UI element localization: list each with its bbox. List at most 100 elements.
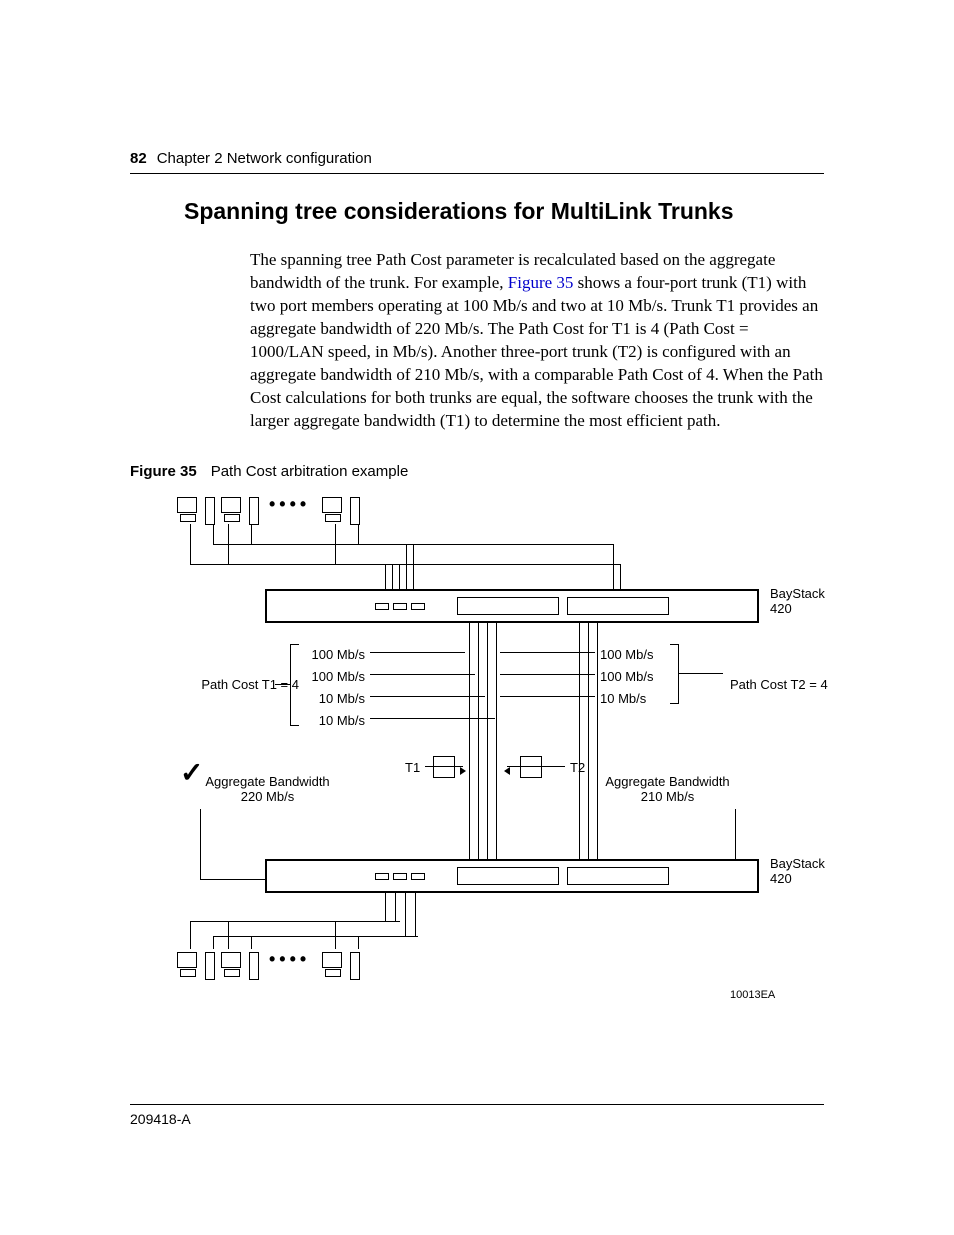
trunk-line: [487, 621, 488, 859]
connector-line: [358, 524, 359, 544]
port-block: [567, 867, 669, 885]
figure-diagram: •••• S1 BayStack 420: [175, 494, 824, 1034]
tower-icon: [249, 495, 259, 525]
pathcost-t1-label: Path Cost T1 = 4: [201, 677, 299, 692]
figure-number: Figure 35: [130, 463, 197, 480]
connector-line: [613, 544, 614, 589]
speed-connector: [370, 652, 465, 653]
speed-connector: [500, 652, 595, 653]
speed-connector: [370, 696, 485, 697]
connector-line: [228, 921, 229, 949]
tower-icon: [205, 950, 215, 980]
bottom-computer-row: ••••: [175, 949, 360, 980]
connector-line: [406, 544, 407, 589]
figure-caption: Figure 35 Path Cost arbitration example: [130, 463, 824, 480]
connector-line: [190, 564, 620, 565]
aggregate-t2: Aggregate Bandwidth 210 Mb/s: [595, 774, 740, 805]
connector-line: [405, 891, 406, 936]
aggregate-box-outline: [195, 772, 340, 814]
speed-label: 100 Mb/s: [600, 644, 660, 666]
connector-line: [385, 891, 386, 921]
computer-icon: [175, 495, 201, 525]
tower-icon: [350, 950, 360, 980]
computer-icon: [320, 950, 346, 980]
section-heading: Spanning tree considerations for MultiLi…: [184, 198, 824, 225]
connector-line: [620, 564, 621, 589]
figure-crossref-link[interactable]: Figure 35: [508, 273, 574, 292]
computer-icon: [175, 950, 201, 980]
chapter-title: Chapter 2 Network configuration: [157, 150, 372, 167]
ellipsis: ••••: [263, 494, 316, 525]
footer-doc-number: 209418-A: [130, 1111, 824, 1127]
top-computer-row: ••••: [175, 494, 360, 525]
trunk-line: [478, 621, 479, 859]
connector-line: [190, 921, 400, 922]
connector-line: [335, 921, 336, 949]
connector-line: [251, 524, 252, 544]
connector-line: [358, 936, 359, 949]
port-block: [457, 597, 559, 615]
trunk-marker: [520, 756, 542, 778]
port-group: [375, 873, 445, 879]
trunk-line: [469, 621, 470, 859]
tower-icon: [205, 495, 215, 525]
connector-line: [251, 936, 252, 949]
speed-label: 10 Mb/s: [305, 710, 365, 732]
connector-line: [190, 524, 191, 564]
speed-connector: [370, 674, 475, 675]
device-model: 420: [770, 871, 792, 886]
speed-label: 10 Mb/s: [600, 688, 660, 710]
port-group: [375, 603, 445, 609]
connector-line: [200, 809, 201, 879]
switch-s2-model: BayStack 420: [770, 856, 825, 887]
device-model: 420: [770, 601, 792, 616]
speed-connector: [500, 696, 595, 697]
ellipsis: ••••: [263, 949, 316, 980]
trunk-line: [597, 621, 598, 859]
connector-line: [415, 891, 416, 936]
trunk-line: [496, 621, 497, 859]
tower-icon: [350, 495, 360, 525]
device-name: BayStack: [770, 856, 825, 871]
footer-rule: [130, 1104, 824, 1105]
speed-label: 100 Mb/s: [305, 644, 365, 666]
page-number: 82: [130, 150, 147, 167]
body-paragraph: The spanning tree Path Cost parameter is…: [250, 249, 824, 433]
paragraph-text-post: shows a four-port trunk (T1) with two po…: [250, 273, 823, 430]
speed-label: 100 Mb/s: [305, 666, 365, 688]
device-name: BayStack: [770, 586, 825, 601]
pathcost-t2-label: Path Cost T2 = 4: [730, 677, 828, 692]
bracket: [670, 644, 679, 704]
connector-line: [392, 564, 393, 589]
aggregate-label: Aggregate Bandwidth: [605, 774, 729, 789]
t2-speed-list: 100 Mb/s 100 Mb/s 10 Mb/s: [600, 644, 660, 710]
computer-icon: [219, 495, 245, 525]
aggregate-value: 210 Mb/s: [641, 789, 694, 804]
bracket-tick: [678, 673, 723, 674]
trunk-t1-label: T1: [405, 760, 420, 775]
trunk-line: [588, 621, 589, 859]
trunk-line: [579, 621, 580, 859]
connector-line: [213, 936, 214, 949]
switch-s1: [265, 589, 759, 623]
figure-title: Path Cost arbitration example: [211, 463, 409, 480]
trunk-marker: [433, 756, 455, 778]
header-rule: [130, 173, 824, 174]
connector-line: [213, 524, 214, 544]
page-header: 82 Chapter 2 Network configuration: [130, 150, 824, 167]
switch-s1-model: BayStack 420: [770, 586, 825, 617]
connector-line: [385, 564, 386, 589]
port-block: [567, 597, 669, 615]
figure-id: 10013EA: [730, 989, 775, 1001]
t1-speed-list: 100 Mb/s 100 Mb/s 10 Mb/s 10 Mb/s: [305, 644, 365, 732]
speed-connector: [370, 718, 495, 719]
computer-icon: [219, 950, 245, 980]
port-block: [457, 867, 559, 885]
connector-line: [190, 921, 191, 949]
tower-icon: [249, 950, 259, 980]
speed-label: 10 Mb/s: [305, 688, 365, 710]
connector-line: [395, 891, 396, 921]
connector-line: [413, 544, 414, 589]
computer-icon: [320, 495, 346, 525]
switch-s2: [265, 859, 759, 893]
